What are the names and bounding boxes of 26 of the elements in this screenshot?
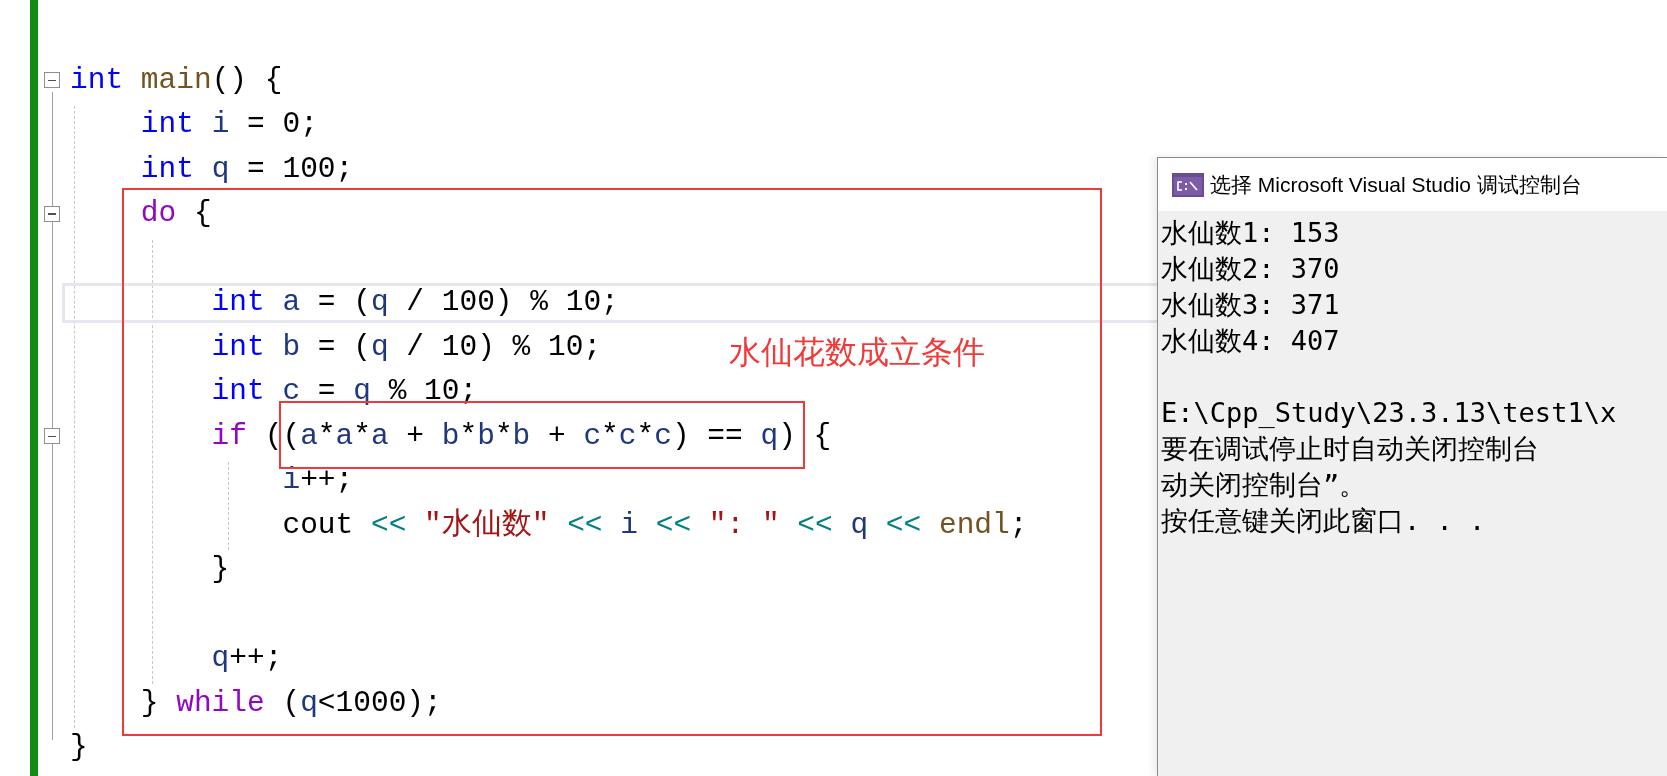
console-output-line: 水仙数1: 153 bbox=[1161, 216, 1340, 250]
code-line: } bbox=[70, 733, 88, 763]
console-message-line: 按任意键关闭此窗口. . . bbox=[1161, 504, 1486, 538]
code-line: } while (q<1000); bbox=[139, 688, 442, 718]
code-line: do { bbox=[139, 199, 212, 229]
console-message-line: E:\Cpp_Study\23.3.13\test1\x bbox=[1161, 396, 1617, 430]
code-line: cout << "水仙数" << i << ": " << q << endl; bbox=[281, 510, 1028, 540]
annotation-label: 水仙花数成立条件 bbox=[729, 336, 985, 368]
console-title: 选择 Microsoft Visual Studio 调试控制台 bbox=[1210, 171, 1582, 198]
code-line: int q = 100; bbox=[139, 154, 354, 184]
code-line: int main() { bbox=[70, 65, 283, 95]
collapse-icon[interactable] bbox=[44, 72, 60, 89]
code-line: } bbox=[210, 555, 230, 585]
code-line: int b = (q / 10) % 10; bbox=[210, 332, 602, 362]
collapse-icon[interactable] bbox=[44, 205, 60, 222]
console-output-line: 水仙数2: 370 bbox=[1161, 252, 1340, 286]
code-line: q++; bbox=[210, 644, 283, 674]
code-line: int c = q % 10; bbox=[210, 377, 478, 407]
code-line: int a = (q / 100) % 10; bbox=[210, 288, 619, 318]
console-message-line: 动关闭控制台”。 bbox=[1161, 468, 1367, 502]
console-output-line: 水仙数4: 407 bbox=[1161, 324, 1340, 358]
console-message-line: 要在调试停止时自动关闭控制台 bbox=[1161, 432, 1539, 466]
console-app-icon bbox=[1172, 172, 1204, 197]
code-line: int i = 0; bbox=[139, 110, 318, 140]
collapse-icon[interactable] bbox=[44, 428, 60, 445]
console-output-line: 水仙数3: 371 bbox=[1161, 288, 1340, 322]
